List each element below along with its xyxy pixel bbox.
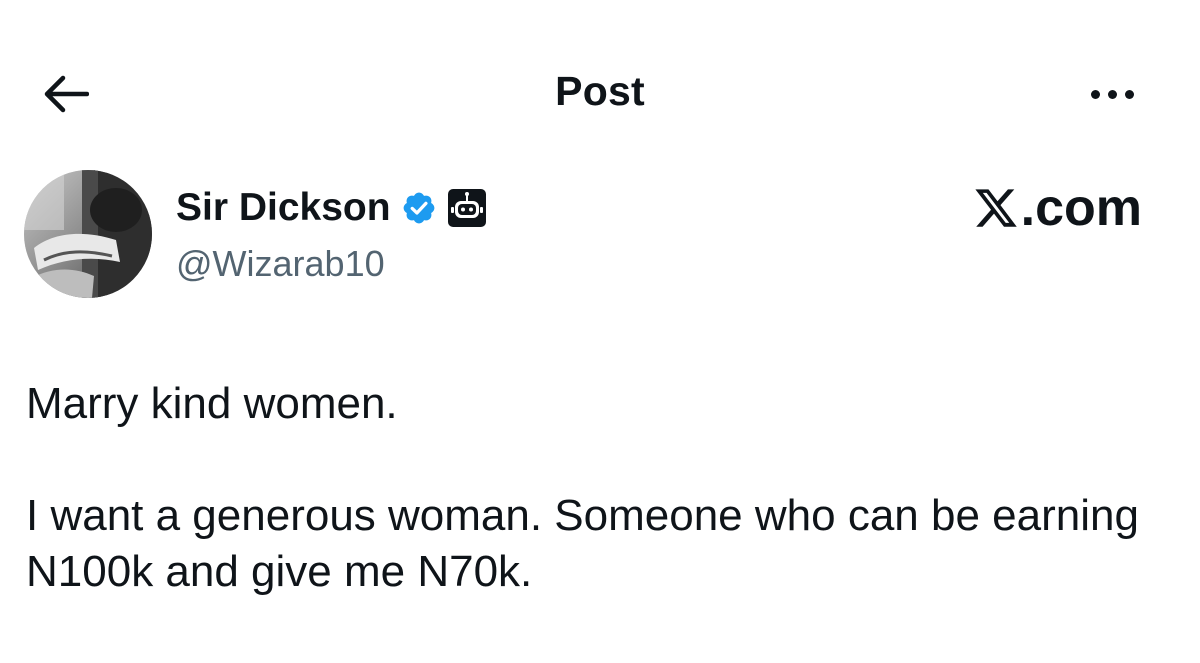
more-options-button[interactable] [1082, 80, 1142, 108]
page-title: Post [555, 68, 645, 114]
verified-badge-icon [403, 192, 434, 224]
post-paragraph: I want a generous woman. Someone who can… [26, 491, 1139, 596]
more-horizontal-icon [1090, 89, 1100, 99]
more-dot [1107, 89, 1117, 99]
robot-affiliate-icon[interactable] [447, 188, 487, 228]
author-name[interactable]: Sir Dickson [176, 184, 391, 232]
author-handle[interactable]: @Wizarab10 [176, 240, 385, 288]
x-logo-icon [975, 189, 1017, 227]
post-paragraph: Marry kind women. [26, 379, 398, 428]
author-name-row: Sir Dickson [176, 184, 487, 232]
watermark-domain: .com [1020, 179, 1142, 237]
watermark: .com [973, 178, 1142, 238]
avatar-image [24, 170, 152, 298]
top-bar: Post [0, 0, 1200, 180]
post-text: Marry kind women. I want a generous woma… [26, 376, 1176, 600]
more-dot [1124, 89, 1134, 99]
avatar[interactable] [24, 170, 152, 298]
